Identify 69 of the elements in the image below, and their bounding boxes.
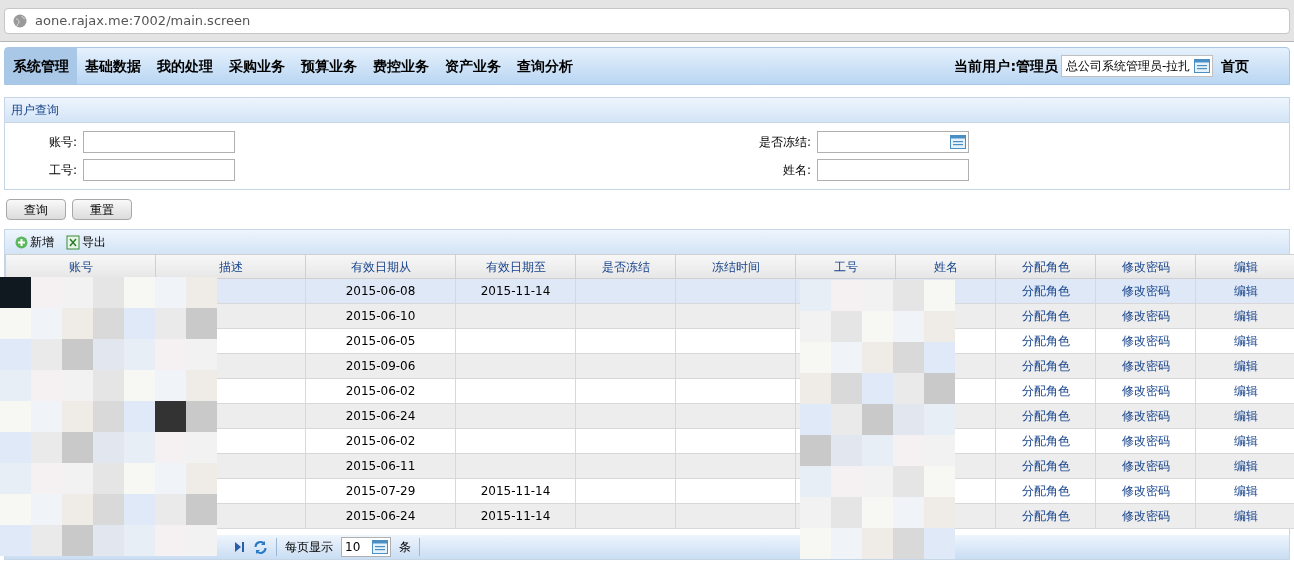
- column-header[interactable]: 修改密码: [1095, 254, 1196, 279]
- nav-menu-item[interactable]: 预算业务: [293, 48, 365, 84]
- action-link[interactable]: 编辑: [1233, 384, 1258, 399]
- last-page-icon[interactable]: [233, 541, 245, 553]
- table-cell: 2015-06-02: [305, 378, 456, 404]
- nav-menu-item[interactable]: 查询分析: [509, 48, 581, 84]
- field-label: 姓名:: [781, 162, 812, 179]
- column-header[interactable]: 有效日期至: [455, 254, 576, 279]
- input-field[interactable]: [83, 131, 235, 153]
- table-cell: 2015-11-14: [480, 509, 551, 523]
- current-user-label: 当前用户:管理员: [954, 56, 1058, 76]
- url-text: aone.rajax.me:7002/main.screen: [35, 11, 251, 30]
- home-link[interactable]: 首页: [1221, 55, 1249, 77]
- action-link[interactable]: 编辑: [1233, 359, 1258, 374]
- field-label: 是否冻结:: [757, 134, 812, 151]
- column-header[interactable]: 有效日期从: [305, 254, 456, 279]
- table-cell: 2015-07-29: [305, 478, 456, 504]
- table-cell: 2015-06-02: [305, 428, 456, 454]
- list-icon[interactable]: [1194, 59, 1210, 73]
- table-cell: 2015-11-14: [480, 484, 551, 498]
- column-header[interactable]: 编辑: [1195, 254, 1294, 279]
- form-button[interactable]: 查询: [6, 199, 66, 220]
- column-header[interactable]: 冻结时间: [675, 254, 796, 279]
- action-link[interactable]: 编辑: [1233, 284, 1258, 299]
- table-cell: 2015-09-06: [305, 353, 456, 379]
- input-field[interactable]: [817, 159, 969, 181]
- per-page-unit: 条: [399, 539, 411, 556]
- table-cell: 2015-06-10: [305, 303, 456, 329]
- per-page-label: 每页显示: [285, 539, 333, 556]
- action-link[interactable]: 编辑: [1233, 459, 1258, 474]
- table-cell: 2015-06-24: [305, 503, 456, 529]
- column-header[interactable]: 是否冻结: [575, 254, 676, 279]
- column-header[interactable]: 分配角色: [995, 254, 1096, 279]
- nav-menu-item[interactable]: 采购业务: [221, 48, 293, 84]
- field-label: 账号:: [47, 134, 78, 151]
- toolbar-button[interactable]: 新增: [15, 233, 54, 251]
- table-cell: 2015-06-05: [305, 328, 456, 354]
- column-header[interactable]: 工号: [795, 254, 896, 279]
- nav-menu-item[interactable]: 系统管理: [5, 48, 77, 84]
- nav-menu-item[interactable]: 费控业务: [365, 48, 437, 84]
- table-cell: 2015-06-08: [305, 278, 456, 304]
- refresh-icon[interactable]: [253, 539, 268, 555]
- list-icon[interactable]: [950, 135, 966, 149]
- address-field[interactable]: aone.rajax.me:7002/main.screen: [4, 7, 1290, 34]
- action-link[interactable]: 编辑: [1233, 309, 1258, 324]
- form-button[interactable]: 重置: [72, 199, 132, 220]
- globe-icon: [13, 13, 27, 28]
- list-icon[interactable]: [372, 540, 388, 554]
- action-link[interactable]: 编辑: [1233, 409, 1258, 424]
- input-field[interactable]: [83, 159, 235, 181]
- action-link[interactable]: 编辑: [1233, 434, 1258, 449]
- table-cell: 2015-06-11: [305, 453, 456, 479]
- panel-title: 用户查询: [11, 102, 59, 119]
- table-cell: 2015-11-14: [480, 284, 551, 298]
- action-link[interactable]: 编辑: [1233, 484, 1258, 499]
- org-select[interactable]: 总公司系统管理员-拉扎: [1061, 55, 1213, 77]
- nav-menu-item[interactable]: 我的处理: [149, 48, 221, 84]
- field-label: 工号:: [47, 162, 78, 179]
- table-cell: 2015-06-24: [305, 403, 456, 429]
- column-header[interactable]: 姓名: [895, 254, 996, 279]
- nav-menu-item[interactable]: 基础数据: [77, 48, 149, 84]
- select-field[interactable]: [817, 131, 969, 153]
- action-link[interactable]: 编辑: [1233, 509, 1258, 524]
- add-icon: [15, 235, 28, 249]
- action-link[interactable]: 编辑: [1233, 334, 1258, 349]
- per-page-select[interactable]: 10: [341, 537, 391, 557]
- toolbar-button[interactable]: 导出: [66, 233, 106, 251]
- spreadsheet-icon: [66, 234, 80, 250]
- nav-menu-item[interactable]: 资产业务: [437, 48, 509, 84]
